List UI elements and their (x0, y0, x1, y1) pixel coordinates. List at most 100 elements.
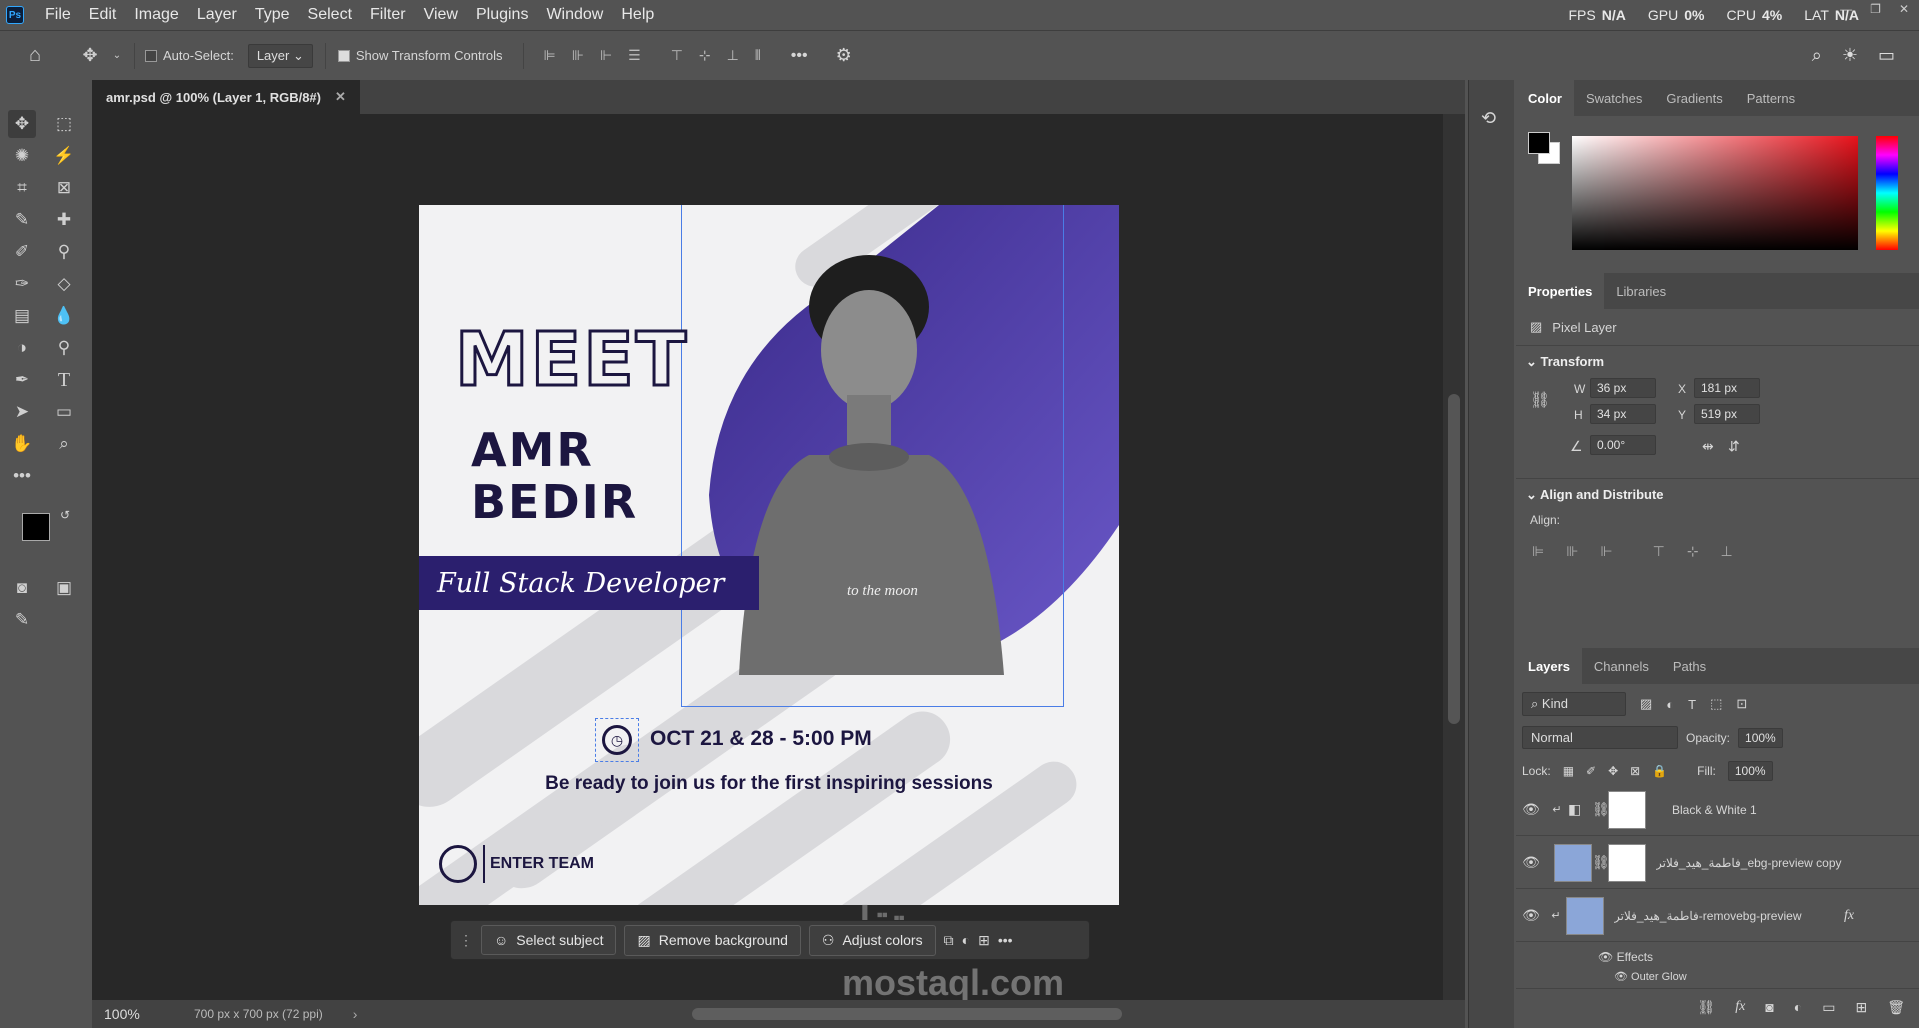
more-options-icon[interactable]: ••• (791, 47, 808, 65)
doc-info[interactable]: 700 px x 700 px (72 ppi) (194, 1007, 323, 1021)
distribute-icon[interactable]: ☰ (628, 47, 641, 64)
align-bottom-icon[interactable]: ⊥ (727, 47, 739, 64)
select-subject-button[interactable]: ☺ Select subject (481, 925, 617, 955)
add-mask-icon[interactable]: ◙ (1765, 999, 1773, 1018)
quick-mask-icon[interactable]: ◙ (8, 574, 36, 602)
type-tool[interactable]: T (50, 366, 78, 394)
new-layer-icon[interactable]: ⊞ (1855, 999, 1867, 1018)
move-tool-icon[interactable]: ✥ (70, 45, 110, 66)
fx-icon[interactable]: fx (1844, 908, 1854, 924)
blur-tool[interactable]: 💧 (50, 302, 78, 330)
distribute-v-icon[interactable]: ⫴ (755, 47, 761, 64)
hue-slider[interactable] (1876, 136, 1898, 250)
y-field[interactable]: 519 px (1694, 404, 1760, 424)
pen-tool[interactable]: ✒ (8, 366, 36, 394)
foreground-color-swatch[interactable] (22, 513, 50, 541)
transform-icon[interactable]: ⧉ (944, 932, 954, 949)
menu-layer[interactable]: Layer (188, 6, 246, 24)
menu-edit[interactable]: Edit (80, 6, 126, 24)
document-tab[interactable]: amr.psd @ 100% (Layer 1, RGB/8#) ✕ (92, 80, 360, 114)
x-field[interactable]: 181 px (1694, 378, 1760, 398)
transform-section-title[interactable]: ⌄ Transform (1516, 345, 1919, 378)
align-left-icon[interactable]: ⊫ (544, 47, 556, 64)
marquee-tool[interactable]: ⬚ (50, 110, 78, 138)
filter-pixel-icon[interactable]: ▨ (1640, 696, 1652, 712)
close-icon[interactable]: ✕ (1899, 2, 1909, 16)
align-center-icon[interactable]: ⊪ (572, 47, 584, 64)
lock-artboard-icon[interactable]: ⊠ (1630, 764, 1640, 778)
effects-row[interactable]: 👁 Effects (1598, 950, 1653, 964)
link-icon[interactable]: ⛓ (1530, 390, 1550, 410)
opacity-field[interactable]: 100% (1738, 727, 1783, 748)
scroll-thumb[interactable] (1448, 394, 1460, 724)
panel-align-top-icon[interactable]: ⊤ (1653, 543, 1665, 560)
filter-smart-icon[interactable]: ⊡ (1736, 696, 1747, 712)
swap-colors-icon[interactable]: ↺ (60, 508, 70, 522)
drag-handle-icon[interactable]: ⋮ (459, 932, 473, 949)
layer-row[interactable]: 👁 ⛓ فاطمة_هيد_فلاتر_ebg-preview copy (1516, 837, 1919, 889)
adjust-colors-button[interactable]: ⚇ Adjust colors (808, 924, 936, 956)
tab-color[interactable]: Color (1516, 80, 1574, 116)
align-right-icon[interactable]: ⊩ (600, 47, 612, 64)
filter-type-icon[interactable]: T (1688, 697, 1696, 712)
chevron-right-icon[interactable]: › (353, 1006, 358, 1022)
panel-align-bottom-icon[interactable]: ⊥ (1721, 543, 1733, 560)
gear-icon[interactable]: ⚙ (836, 45, 852, 66)
workspace-icon[interactable]: ▭ (1878, 45, 1895, 66)
restore-icon[interactable]: ❐ (1870, 2, 1881, 16)
eye-icon[interactable]: 👁 (1516, 907, 1546, 924)
trash-icon[interactable]: 🗑 (1887, 999, 1905, 1018)
add-style-icon[interactable]: fx (1735, 999, 1745, 1018)
menu-view[interactable]: View (415, 6, 467, 24)
brush-tool[interactable]: ✐ (8, 238, 36, 266)
transform-bounding-box[interactable] (681, 205, 1064, 707)
gradient-tool[interactable]: ▤ (8, 302, 36, 330)
tab-swatches[interactable]: Swatches (1574, 80, 1654, 116)
link-layers-icon[interactable]: ⛓ (1697, 999, 1715, 1018)
frame-tool[interactable]: ⊠ (50, 174, 78, 202)
layer-row[interactable]: 👁 ↵ فاطمة_هيد_فلاتر-removebg-preview fx (1516, 890, 1919, 942)
history-icon[interactable]: ⟲ (1481, 108, 1514, 129)
auto-select-checkbox[interactable] (145, 49, 157, 62)
auto-select-dropdown[interactable]: Layer ⌄ (247, 43, 313, 68)
more-icon[interactable]: ••• (998, 932, 1013, 948)
angle-field[interactable]: 0.00° (1590, 435, 1656, 455)
lock-pixels-icon[interactable]: ✐ (1586, 764, 1596, 778)
tab-channels[interactable]: Channels (1582, 648, 1661, 684)
search-icon[interactable]: ⌕ (1812, 45, 1822, 66)
tab-gradients[interactable]: Gradients (1654, 80, 1734, 116)
align-middle-icon[interactable]: ⊹ (699, 47, 711, 64)
adjustment-layer-icon[interactable]: ◐ (1794, 999, 1802, 1018)
panel-align-right-icon[interactable]: ⊩ (1600, 543, 1612, 560)
lock-transparency-icon[interactable]: ▦ (1563, 764, 1574, 778)
zoom-tool[interactable]: ⌕ (50, 430, 78, 458)
filter-shape-icon[interactable]: ⬚ (1710, 696, 1722, 712)
menu-plugins[interactable]: Plugins (467, 6, 537, 24)
eye-icon[interactable]: 👁 (1516, 801, 1546, 818)
fg-swatch[interactable] (1528, 132, 1550, 154)
tab-paths[interactable]: Paths (1661, 648, 1718, 684)
mask-icon[interactable]: ◐ (962, 932, 970, 948)
fill-field[interactable]: 100% (1727, 761, 1773, 781)
panel-align-left-icon[interactable]: ⊫ (1532, 543, 1544, 560)
filter-adjust-icon[interactable]: ◐ (1666, 697, 1674, 712)
discover-icon[interactable]: ☀ (1842, 45, 1858, 66)
eyedropper-tool[interactable]: ✎ (8, 206, 36, 234)
menu-help[interactable]: Help (612, 6, 663, 24)
menu-select[interactable]: Select (299, 6, 361, 24)
lock-all-icon[interactable]: 🔒 (1652, 764, 1667, 778)
align-top-icon[interactable]: ⊤ (671, 47, 683, 64)
screen-mode-icon[interactable]: ▣ (50, 574, 78, 602)
edit-toolbar-icon[interactable]: ✎ (8, 606, 36, 634)
eye-icon[interactable]: 👁 (1516, 854, 1546, 871)
tab-patterns[interactable]: Patterns (1735, 80, 1807, 116)
menu-filter[interactable]: Filter (361, 6, 415, 24)
dodge-tool[interactable]: ◑ (8, 334, 36, 362)
home-icon[interactable]: ⌂ (0, 44, 70, 67)
new-layer-icon[interactable]: ⊞ (978, 932, 990, 949)
remove-background-button[interactable]: ▨ Remove background (624, 924, 801, 956)
quick-select-tool[interactable]: ✺ (8, 142, 36, 170)
menu-image[interactable]: Image (125, 6, 187, 24)
panel-align-middle-icon[interactable]: ⊹ (1687, 543, 1699, 560)
stamp-tool[interactable]: ⚲ (50, 238, 78, 266)
